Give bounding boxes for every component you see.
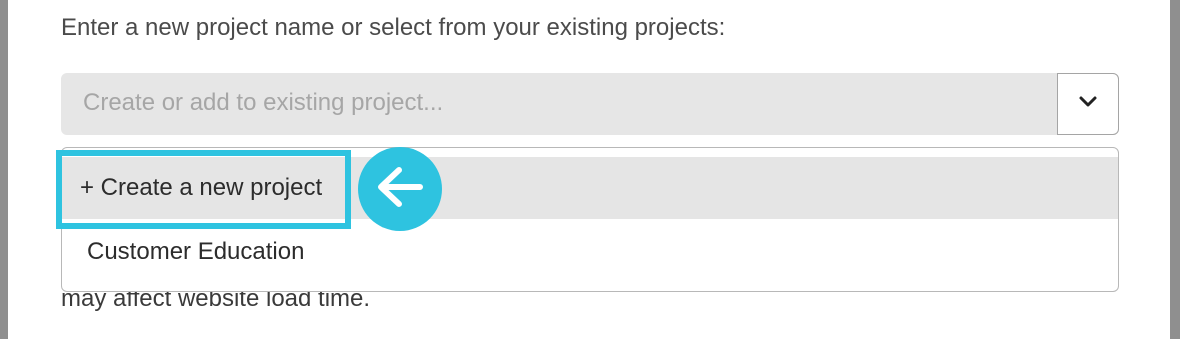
project-name-input[interactable]: Create or add to existing project... (83, 89, 443, 117)
project-prompt-label: Enter a new project name or select from … (61, 14, 726, 41)
project-option-customer-education[interactable]: Customer Education (62, 221, 1118, 283)
project-dropdown-list: + Create a new project Customer Educatio… (61, 147, 1119, 292)
option-label: + Create a new project (80, 174, 323, 201)
project-dialog: may affect website load time. Enter a ne… (8, 0, 1170, 339)
backdrop-edge (0, 0, 8, 339)
callout-arrow-badge (358, 147, 442, 231)
dropdown-toggle-button[interactable] (1057, 73, 1119, 135)
chevron-down-icon (1078, 95, 1098, 114)
arrow-left-icon (374, 165, 426, 214)
create-new-project-option[interactable]: + Create a new project (62, 157, 1118, 219)
option-label: Customer Education (87, 238, 305, 265)
project-combobox[interactable]: Create or add to existing project... (61, 73, 1119, 135)
